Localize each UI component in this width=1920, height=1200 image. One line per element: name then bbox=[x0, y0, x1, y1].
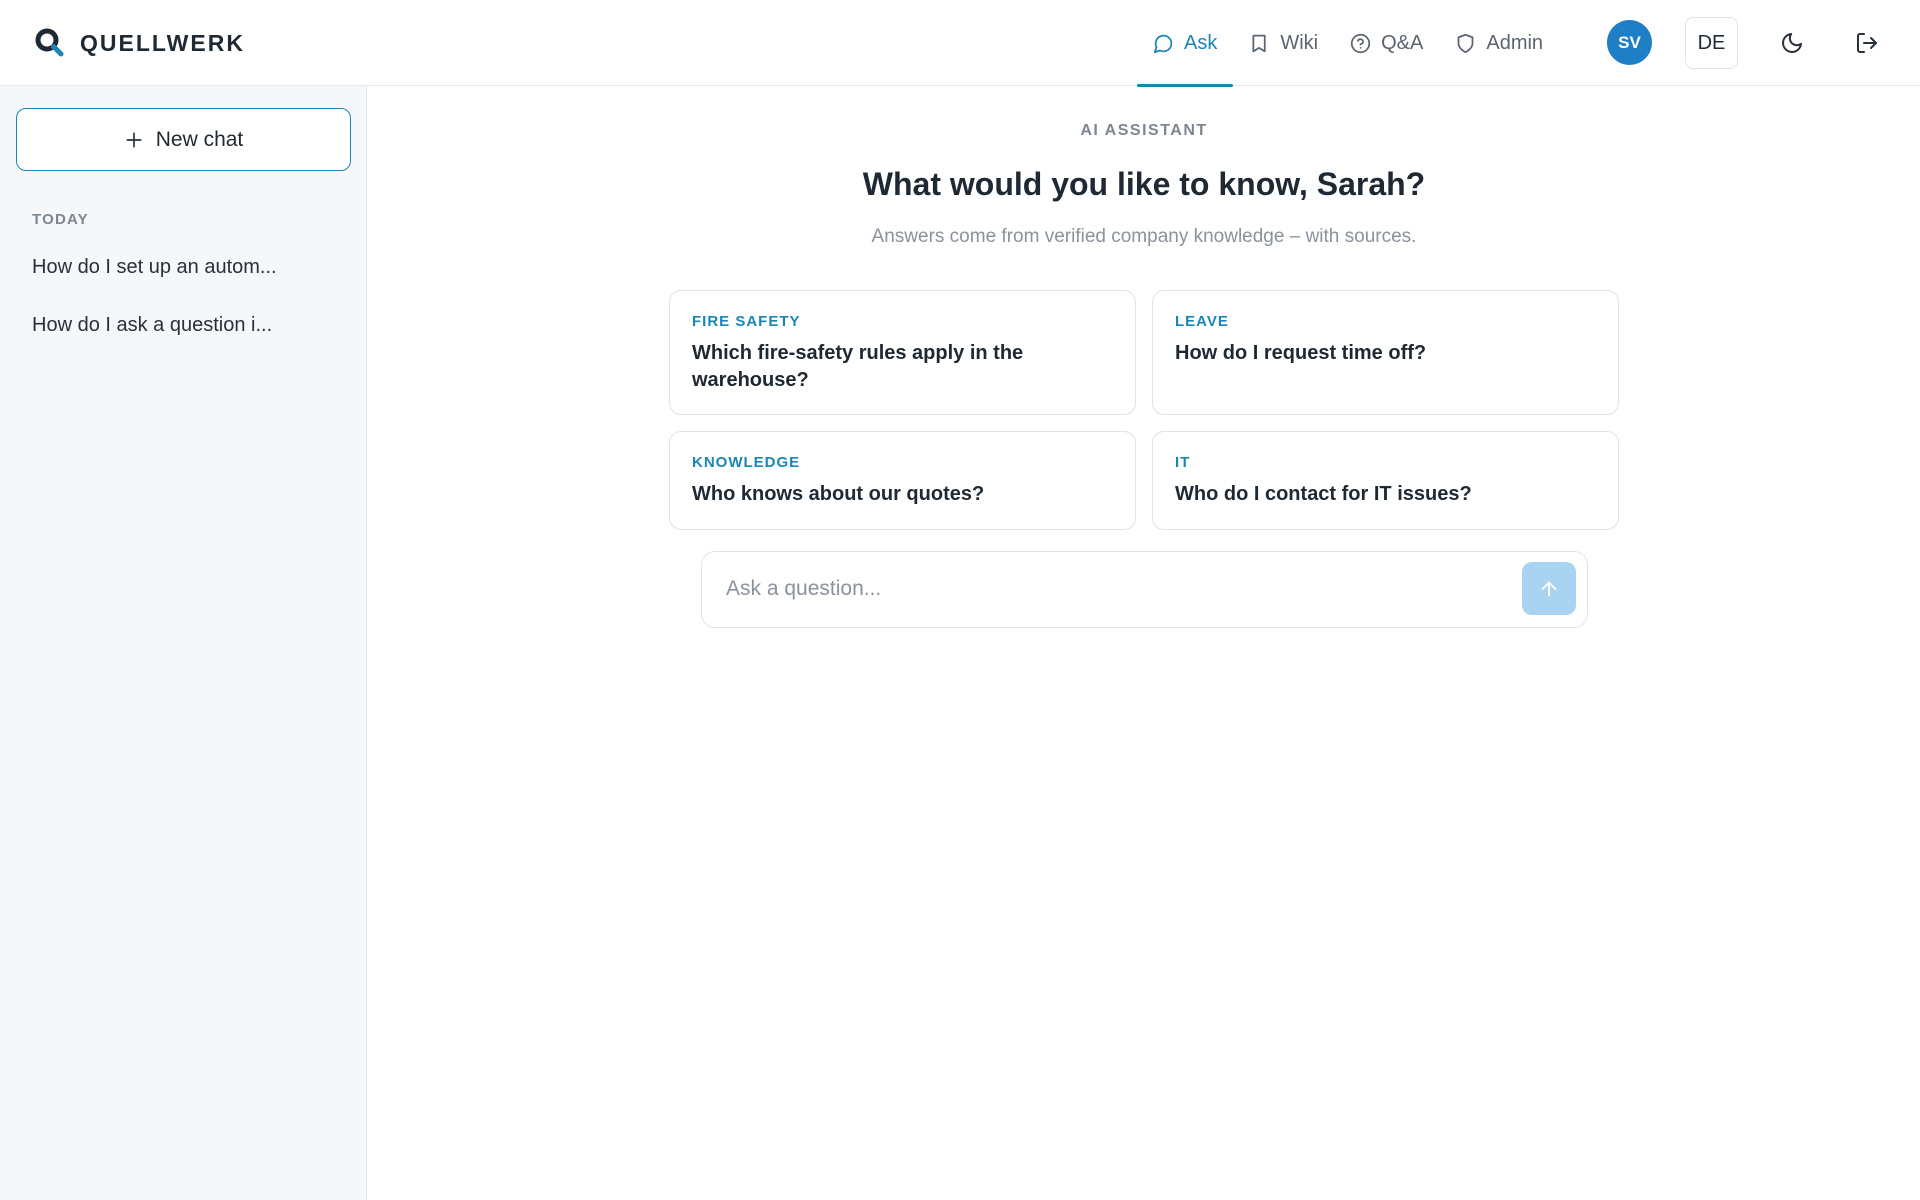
arrow-up-icon bbox=[1541, 581, 1557, 596]
tab-wiki[interactable]: Wiki bbox=[1233, 0, 1334, 86]
question-circle-icon bbox=[1350, 33, 1371, 53]
magnifier-logo-icon bbox=[35, 28, 64, 57]
top-header: QUELLWERK Ask Wiki Q&A Admin SV DE bbox=[0, 0, 1920, 87]
tab-qa[interactable]: Q&A bbox=[1334, 0, 1439, 86]
brand-name: QUELLWERK bbox=[80, 29, 245, 56]
tab-qa-label: Q&A bbox=[1381, 31, 1424, 54]
tab-wiki-label: Wiki bbox=[1280, 31, 1319, 54]
page-title: What would you like to know, Sarah? bbox=[862, 166, 1426, 202]
ask-box bbox=[701, 551, 1588, 628]
suggestion-card[interactable]: KNOWLEDGE Who knows about our quotes? bbox=[669, 431, 1136, 530]
ask-input[interactable] bbox=[726, 552, 1506, 626]
suggestion-question: Which fire-safety rules apply in the war… bbox=[692, 342, 1024, 391]
chat-history-item[interactable]: How do I set up an autom... bbox=[32, 256, 332, 279]
chat-bubble-icon bbox=[1153, 34, 1173, 53]
shield-icon bbox=[1457, 33, 1474, 53]
suggestion-category: KNOWLEDGE bbox=[692, 454, 801, 471]
send-button[interactable] bbox=[1522, 562, 1576, 615]
suggestion-card[interactable]: IT Who do I contact for IT issues? bbox=[1152, 431, 1619, 530]
tab-admin[interactable]: Admin bbox=[1439, 0, 1559, 86]
new-chat-button[interactable]: New chat bbox=[16, 108, 351, 171]
new-chat-label: New chat bbox=[155, 127, 244, 151]
main-nav: Ask Wiki Q&A Admin bbox=[1137, 0, 1559, 87]
assistant-eyebrow: AI ASSISTANT bbox=[1080, 122, 1208, 139]
theme-toggle-button[interactable] bbox=[1773, 24, 1811, 62]
moon-icon bbox=[1782, 33, 1802, 53]
logout-icon bbox=[1857, 33, 1877, 53]
suggestion-question: How do I request time off? bbox=[1175, 342, 1427, 364]
chat-history-item[interactable]: How do I ask a question i... bbox=[32, 314, 332, 337]
suggestion-question: Who do I contact for IT issues? bbox=[1175, 483, 1472, 505]
tab-ask-label: Ask bbox=[1184, 31, 1218, 54]
brand[interactable]: QUELLWERK bbox=[34, 0, 245, 86]
logout-button[interactable] bbox=[1848, 24, 1886, 62]
suggestion-question: Who knows about our quotes? bbox=[692, 483, 985, 505]
suggestion-card[interactable]: LEAVE How do I request time off? bbox=[1152, 290, 1619, 415]
tab-admin-label: Admin bbox=[1486, 31, 1544, 54]
user-avatar[interactable]: SV bbox=[1607, 20, 1652, 65]
chat-sidebar: New chat TODAY How do I set up an autom.… bbox=[0, 86, 367, 1200]
book-icon bbox=[1252, 34, 1266, 52]
suggestion-card[interactable]: FIRE SAFETY Which fire-safety rules appl… bbox=[669, 290, 1136, 415]
chat-main: AI ASSISTANT What would you like to know… bbox=[368, 86, 1920, 1200]
history-section-label: TODAY bbox=[32, 211, 89, 228]
language-button[interactable]: DE bbox=[1685, 17, 1738, 69]
suggestion-category: FIRE SAFETY bbox=[692, 313, 801, 330]
page-subtitle: Answers come from verified company knowl… bbox=[871, 226, 1417, 247]
suggestion-category: IT bbox=[1175, 454, 1191, 471]
suggestion-category: LEAVE bbox=[1175, 313, 1229, 330]
tab-ask[interactable]: Ask bbox=[1137, 0, 1234, 87]
plus-icon bbox=[126, 132, 142, 147]
